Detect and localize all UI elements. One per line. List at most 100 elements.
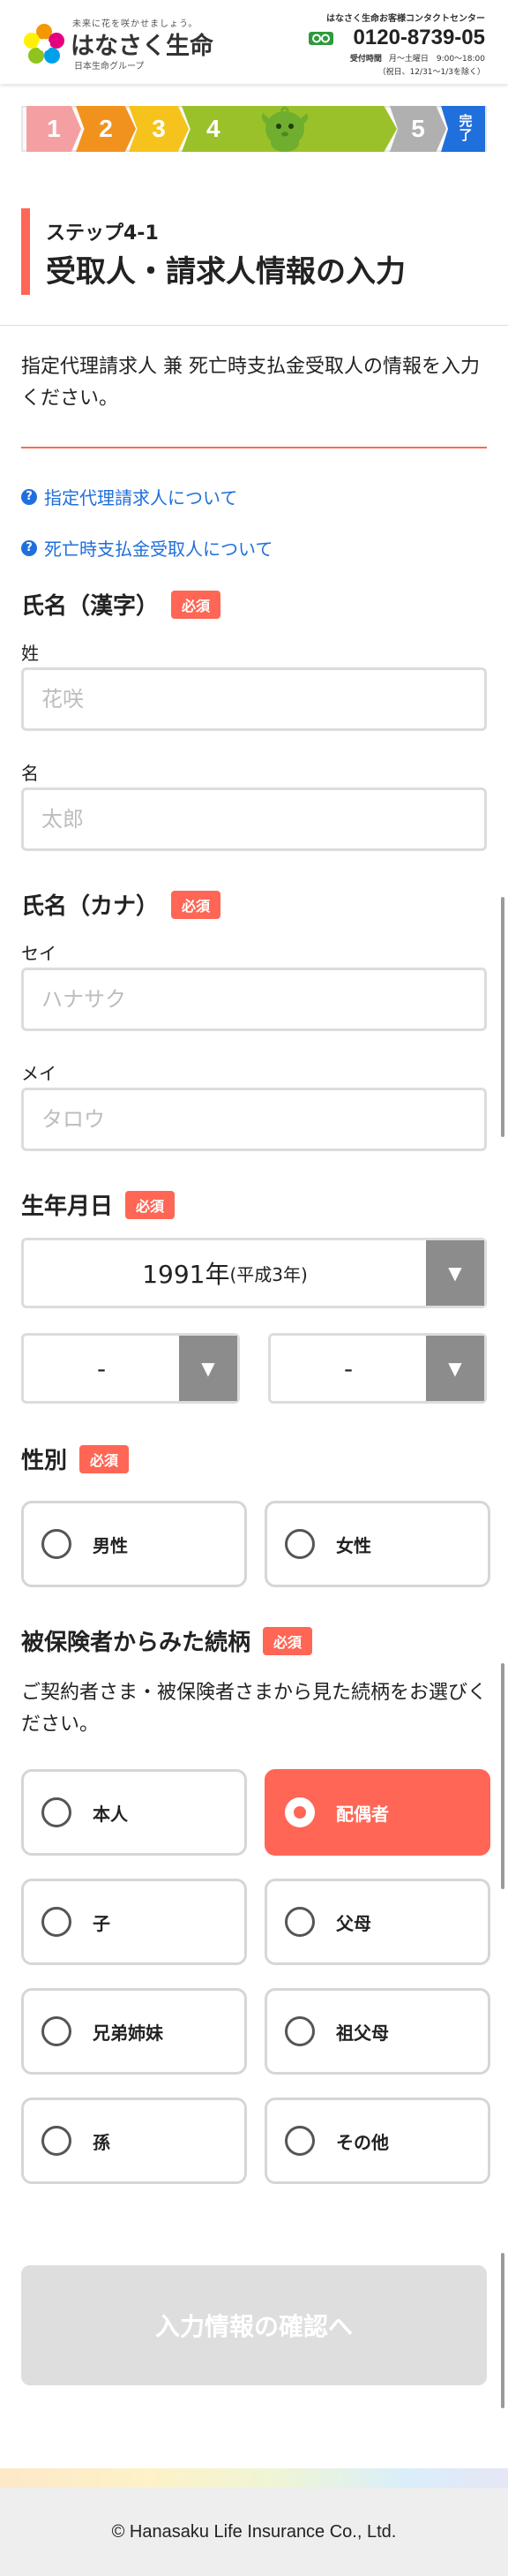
last-name-kana-label: セイ: [21, 943, 56, 964]
hours-label: 受付時間: [349, 55, 382, 64]
relation-option-grandchild[interactable]: 孫: [21, 2098, 247, 2184]
birth-year-text: 1991年: [142, 1260, 230, 1289]
mascot-icon: [261, 106, 309, 152]
relation-label-text: 被保険者からみた続柄: [21, 1630, 251, 1656]
radio-icon: [41, 1797, 71, 1827]
birth-year-era: (平成3年): [229, 1263, 308, 1285]
name-kana-label-text: 氏名（カナ）: [21, 893, 160, 920]
logo-name: はなさく生命: [71, 33, 213, 60]
flower-logo-icon: [24, 24, 64, 64]
relation-option-label: 兄弟姉妹: [93, 2022, 163, 2044]
relation-option-parent[interactable]: 父母: [265, 1879, 490, 1965]
step-heading: ステップ4-1 受取人・請求人情報の入力: [21, 208, 487, 295]
first-name-kanji-input[interactable]: [21, 787, 487, 851]
copyright: © Hanasaku Life Insurance Co., Ltd.: [0, 2488, 508, 2576]
radio-selected-icon: [285, 1797, 315, 1827]
relation-option-label: 祖父母: [336, 2022, 389, 2044]
birth-year-select[interactable]: 1991年 (平成3年) ▼: [21, 1238, 487, 1308]
hours-value: 月～土曜日 9:00～18:00: [388, 55, 485, 64]
phone-number[interactable]: 0120-8739-05: [354, 26, 485, 50]
progress-step-3: 3: [129, 106, 189, 152]
gender-label-text: 性別: [21, 1448, 68, 1474]
progress-step-complete-label: 完了: [459, 114, 473, 143]
relation-option-label: 父母: [336, 1912, 371, 1934]
relation-option-label: 配偶者: [336, 1803, 389, 1825]
required-badge: 必須: [171, 890, 221, 919]
name-kana-label: 氏名（カナ） 必須: [21, 888, 221, 921]
chevron-down-icon[interactable]: ▼: [179, 1336, 237, 1401]
contact-title: はなさく生命お客様コンタクトセンター: [326, 14, 485, 24]
contact-tel[interactable]: 0120-8739-05: [309, 26, 485, 50]
step-number: ステップ4-1: [46, 222, 159, 245]
required-badge: 必須: [263, 1626, 313, 1655]
contact-info: はなさく生命お客様コンタクトセンター 0120-8739-05 受付時間 月～土曜…: [309, 11, 485, 77]
relation-option-label: 孫: [93, 2131, 110, 2153]
birth-month-value: -: [96, 1353, 107, 1383]
confirm-button[interactable]: 入力情報の確認へ: [21, 2265, 487, 2385]
company-logo[interactable]: 未来に花を咲かせましょう。 はなさく生命 日本生命グループ: [21, 12, 224, 72]
gender-option-female[interactable]: 女性: [265, 1501, 490, 1587]
radio-icon: [285, 2126, 315, 2156]
gender-option-label: 女性: [336, 1534, 371, 1556]
radio-icon: [285, 1907, 315, 1937]
scrollbar-thumb[interactable]: [501, 897, 504, 1137]
relation-option-sibling[interactable]: 兄弟姉妹: [21, 1988, 247, 2075]
question-icon: ?: [21, 488, 37, 505]
relation-option-child[interactable]: 子: [21, 1879, 247, 1965]
birth-month-select[interactable]: - ▼: [21, 1333, 240, 1404]
radio-icon: [285, 2016, 315, 2046]
radio-icon: [41, 1907, 71, 1937]
radio-icon: [41, 2126, 71, 2156]
name-kanji-label-text: 氏名（漢字）: [21, 593, 160, 620]
relation-option-label: その他: [336, 2131, 389, 2153]
birth-year-value: 1991年 (平成3年): [24, 1240, 426, 1306]
hours-note: （祝日、12/31～1/3を除く）: [377, 68, 485, 77]
scrollbar-thumb[interactable]: [501, 1663, 504, 1889]
divider-accent: [21, 447, 487, 448]
last-name-kanji-label: 姓: [21, 643, 39, 664]
birthdate-label-text: 生年月日: [21, 1194, 114, 1220]
radio-icon: [41, 1529, 71, 1559]
relation-option-other[interactable]: その他: [265, 2098, 490, 2184]
birthdate-label: 生年月日 必須: [21, 1188, 176, 1221]
relation-option-self[interactable]: 本人: [21, 1769, 247, 1856]
required-badge: 必須: [171, 590, 221, 619]
page-title: 受取人・請求人情報の入力: [46, 254, 406, 290]
relation-label: 被保険者からみた続柄 必須: [21, 1624, 313, 1657]
help-link-agent[interactable]: ? 指定代理請求人について: [21, 484, 237, 509]
birth-day-value: -: [343, 1353, 354, 1383]
site-header: 未来に花を咲かせましょう。 はなさく生命 日本生命グループ はなさく生命お客様コ…: [0, 0, 508, 84]
gender-label: 性別 必須: [21, 1442, 130, 1475]
gender-option-male[interactable]: 男性: [21, 1501, 247, 1587]
progress-step-2: 2: [76, 106, 136, 152]
relation-option-grandparent[interactable]: 祖父母: [265, 1988, 490, 2075]
first-name-kana-label: メイ: [21, 1063, 56, 1084]
relation-note: ご契約者さま・被保険者さまから見た続柄をお選びください。: [21, 1682, 488, 1736]
progress-step-1: 1: [26, 106, 81, 152]
freedial-icon: [309, 32, 333, 45]
first-name-kana-input[interactable]: [21, 1088, 487, 1151]
heading-accent-bar: [21, 208, 30, 295]
radio-icon: [41, 2016, 71, 2046]
last-name-kanji-input[interactable]: [21, 667, 487, 731]
help-link-beneficiary[interactable]: ? 死亡時支払金受取人について: [21, 535, 273, 561]
chevron-down-icon[interactable]: ▼: [426, 1336, 484, 1401]
last-name-kana-input[interactable]: [21, 968, 487, 1031]
gender-option-label: 男性: [93, 1534, 128, 1556]
intro-text: 指定代理請求人 兼 死亡時支払金受取人の情報を入力ください。: [21, 356, 480, 410]
chevron-down-icon[interactable]: ▼: [426, 1240, 484, 1306]
progress-step-5: 5: [390, 106, 446, 152]
footer-gradient-band: [0, 2468, 508, 2488]
logo-group: 日本生命グループ: [74, 62, 145, 72]
name-kanji-label: 氏名（漢字） 必須: [21, 588, 221, 621]
radio-icon: [285, 1529, 315, 1559]
relation-option-label: 本人: [93, 1803, 128, 1825]
divider: [0, 325, 508, 326]
birth-day-select[interactable]: - ▼: [268, 1333, 487, 1404]
help-link-beneficiary-label: 死亡時支払金受取人について: [44, 539, 273, 560]
contact-hours: 受付時間 月～土曜日 9:00～18:00: [309, 52, 485, 64]
scrollbar-thumb[interactable]: [501, 2253, 504, 2408]
question-icon: ?: [21, 539, 37, 556]
relation-option-spouse[interactable]: 配偶者: [265, 1769, 490, 1856]
progress-steps: 1 2 3 4 5 完了: [21, 102, 487, 152]
